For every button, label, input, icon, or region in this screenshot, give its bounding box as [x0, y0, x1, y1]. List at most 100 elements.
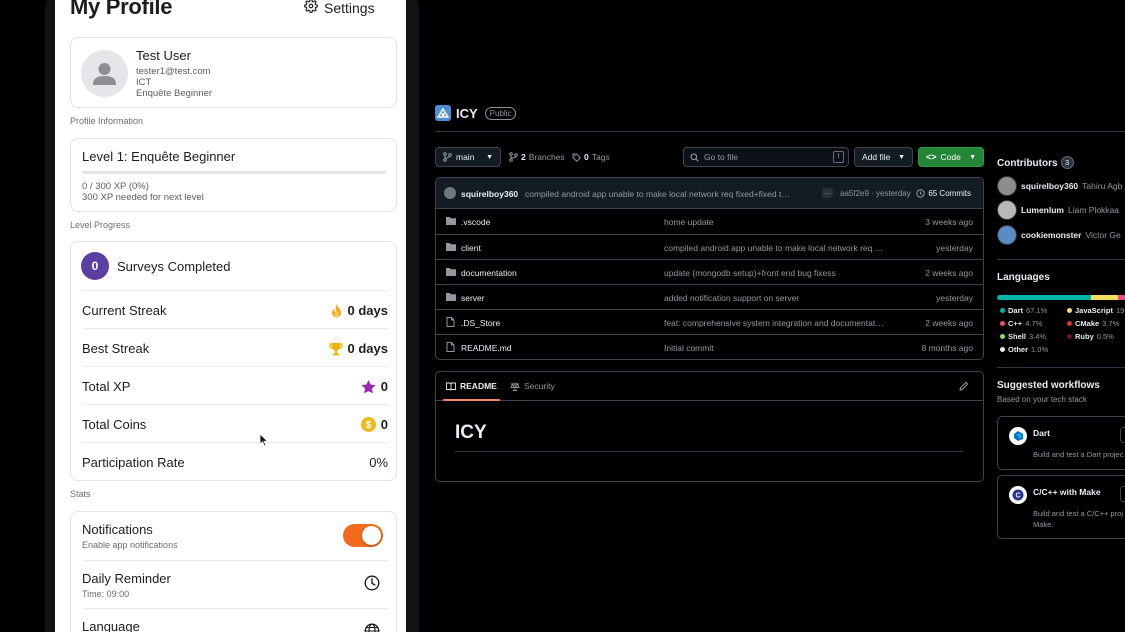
file-name[interactable]: client — [461, 243, 481, 253]
language-item[interactable]: Dart 67.1% — [1000, 306, 1047, 315]
contributor-item[interactable]: cookiemonster Victor Ge — [997, 225, 1121, 245]
user-rank: Enquête Beginner — [136, 88, 213, 99]
tab-security[interactable]: Security — [510, 381, 555, 391]
user-department: ICT — [136, 77, 152, 88]
file-commit-message[interactable]: home update — [664, 217, 902, 227]
daily-reminder-subtitle: Time: 09:00 — [82, 589, 130, 599]
notifications-toggle[interactable] — [343, 524, 383, 547]
daily-reminder-row[interactable]: Daily Reminder Time: 09:00 — [82, 560, 388, 608]
repo-logo-icon — [435, 105, 451, 121]
file-icon — [446, 342, 455, 352]
contributors-header[interactable]: Contributors 3 — [997, 153, 1074, 171]
add-file-button[interactable]: Add file ▼ — [854, 147, 913, 167]
xp-next-text: 300 XP needed for next level — [82, 192, 204, 203]
workflow-name: C/C++ with Make — [1033, 487, 1101, 497]
file-time: yesterday — [936, 293, 973, 303]
c-logo-icon: C — [1009, 486, 1027, 504]
chevron-down-icon: ▼ — [486, 153, 493, 161]
level-card: Level 1: Enquête Beginner 0 / 300 XP (0%… — [70, 138, 397, 212]
file-commit-message[interactable]: compiled android app unable to make loca… — [664, 243, 902, 253]
avatar — [997, 200, 1017, 220]
tab-readme[interactable]: README — [443, 381, 500, 401]
readme-heading: ICY — [455, 422, 487, 443]
stat-value: 0 days — [347, 303, 388, 318]
language-item[interactable]: CMake 3.7% — [1067, 319, 1119, 328]
language-item[interactable]: Shell 3.4% — [1000, 332, 1046, 341]
branch-select[interactable]: main ▼ — [435, 147, 501, 167]
branches-link[interactable]: 2 Branches — [509, 152, 565, 162]
avatar[interactable] — [81, 50, 128, 97]
file-name[interactable]: README.md — [461, 343, 512, 353]
file-time: yesterday — [936, 243, 973, 253]
avatar[interactable] — [444, 187, 456, 199]
folder-icon — [446, 243, 456, 251]
surveys-label: Surveys Completed — [117, 259, 231, 274]
book-icon — [446, 382, 456, 391]
settings-label: Settings — [324, 0, 375, 16]
pencil-icon[interactable] — [959, 381, 969, 391]
stat-value-wrap: 0 days — [330, 303, 388, 318]
code-button[interactable]: <> Code ▼ — [918, 147, 984, 167]
contributor-fullname: Liam Plokkaa — [1067, 205, 1120, 215]
language-name: Dart — [1008, 306, 1024, 315]
file-commit-message[interactable]: added notification support on server — [664, 293, 902, 303]
file-name[interactable]: .DS_Store — [461, 318, 500, 328]
language-name: JavaScript — [1075, 306, 1113, 315]
file-table: squirelboy360 compiled android app unabl… — [435, 177, 984, 360]
tags-link[interactable]: 0 Tags — [572, 152, 610, 162]
language-row[interactable]: Language — [82, 608, 388, 632]
phone-screen: My Profile Settings Test User tester1@te… — [55, 0, 406, 632]
language-item[interactable]: Other 1.0% — [1000, 345, 1048, 354]
workflow-card[interactable]: C C/C++ with Make Build and test a C/C++… — [997, 475, 1125, 539]
file-name[interactable]: server — [461, 293, 485, 303]
clock-icon — [364, 575, 380, 591]
file-name[interactable]: documentation — [461, 268, 517, 278]
contributor-item[interactable]: Lumenlum Liam Plokkaa — [997, 200, 1119, 220]
stat-value-wrap: $ 0 — [360, 417, 388, 432]
file-commit-message[interactable]: update (mongodb setup)+front end bug fix… — [664, 268, 902, 278]
file-row[interactable]: client compiled android app unable to ma… — [436, 234, 983, 259]
commit-expand-button[interactable]: ... — [822, 188, 833, 198]
contributor-item[interactable]: squirelboy360 Tahiru Agb — [997, 176, 1122, 196]
language-item[interactable]: Ruby 0.5% — [1067, 332, 1114, 341]
language-percent: 19 — [1115, 306, 1125, 315]
file-name[interactable]: .vscode — [461, 217, 490, 227]
coin-icon: $ — [360, 417, 376, 432]
language-item[interactable]: C++ 4.7% — [1000, 319, 1042, 328]
commit-author[interactable]: squirelboy360 — [461, 189, 518, 199]
configure-button[interactable] — [1120, 427, 1125, 443]
repo-name[interactable]: ICY — [456, 106, 478, 121]
file-row[interactable]: .DS_Store feat: comprehensive system int… — [436, 309, 983, 334]
file-row[interactable]: README.md Initial commit 8 months ago — [436, 334, 983, 359]
language-name: Ruby — [1075, 332, 1094, 341]
branch-name: main — [456, 152, 475, 162]
commits-link[interactable]: 65 Commits — [916, 189, 971, 198]
workflow-card[interactable]: Dart Build and test a Dart projec — [997, 416, 1125, 470]
notifications-title: Notifications — [82, 522, 153, 537]
contributors-title: Contributors — [997, 158, 1058, 169]
file-commit-message[interactable]: feat: comprehensive system integration a… — [664, 318, 902, 328]
file-row[interactable]: documentation update (mongodb setup)+fro… — [436, 259, 983, 284]
commit-message[interactable]: compiled android app unable to make loca… — [525, 189, 815, 199]
settings-button[interactable]: Settings — [304, 0, 375, 16]
language-dot — [1067, 334, 1072, 339]
file-time: 8 months ago — [921, 343, 973, 353]
language-item[interactable]: JavaScript 19 — [1067, 306, 1124, 315]
github-repo-window: ICY Public main ▼ 2 Branches 0 Tags Go t… — [420, 0, 1125, 632]
language-bar-segment — [1090, 295, 1119, 300]
chevron-down-icon: ▼ — [898, 153, 905, 161]
language-percent: 0.5% — [1096, 332, 1114, 341]
file-list: .vscode home update 3 weeks ago client c… — [436, 209, 983, 359]
file-row[interactable]: .vscode home update 3 weeks ago — [436, 209, 983, 234]
notifications-row: Notifications Enable app notifications — [82, 512, 388, 560]
branch-icon — [443, 152, 452, 162]
language-dot — [1000, 321, 1005, 326]
folder-icon — [446, 268, 456, 276]
dart-logo-icon — [1009, 427, 1027, 445]
configure-button[interactable] — [1120, 486, 1125, 502]
contributor-fullname: Tahiru Agb — [1082, 181, 1123, 191]
go-to-file-input[interactable]: Go to file t — [683, 147, 849, 167]
file-commit-message[interactable]: Initial commit — [664, 343, 902, 353]
file-row[interactable]: server added notification support on ser… — [436, 284, 983, 309]
commit-hash-time[interactable]: aa5f2e9 · yesterday — [840, 189, 911, 198]
